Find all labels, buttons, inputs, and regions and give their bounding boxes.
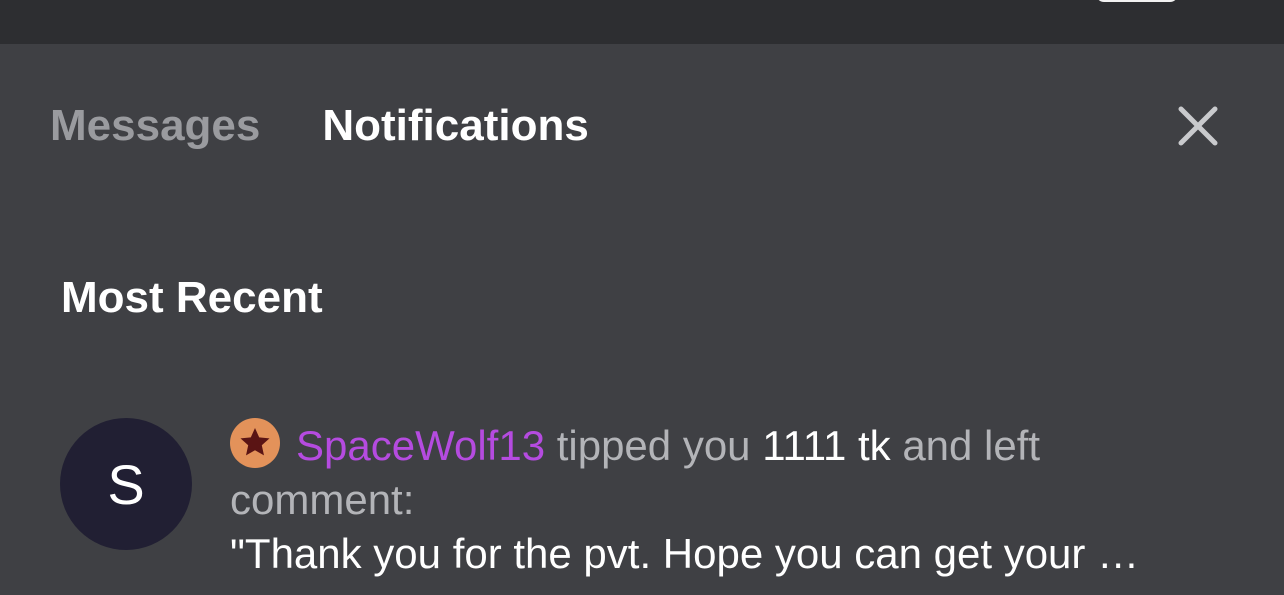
username-link[interactable]: SpaceWolf13 bbox=[296, 422, 545, 469]
star-icon bbox=[240, 428, 270, 456]
user-badge bbox=[230, 418, 280, 468]
notification-text: SpaceWolf13 tipped you 1111 tk and left … bbox=[230, 418, 1210, 581]
tab-bar: Messages Notifications bbox=[50, 98, 589, 154]
top-bar bbox=[0, 0, 1284, 44]
comment-label: comment: bbox=[230, 476, 415, 523]
notification-item[interactable]: S SpaceWolf13 tipped you 1111 tk and lef… bbox=[60, 418, 1284, 595]
section-title: Most Recent bbox=[61, 273, 323, 322]
tab-messages[interactable]: Messages bbox=[50, 98, 260, 154]
home-indicator bbox=[1096, 0, 1178, 2]
close-icon bbox=[1178, 106, 1218, 146]
tip-amount: 1111 tk bbox=[762, 422, 891, 469]
avatar[interactable]: S bbox=[60, 418, 192, 550]
left-text: and left bbox=[902, 422, 1041, 469]
notification-line: SpaceWolf13 tipped you 1111 tk and left bbox=[230, 418, 1210, 473]
close-button[interactable] bbox=[1178, 106, 1218, 146]
tip-text: tipped you bbox=[556, 422, 751, 469]
tab-notifications[interactable]: Notifications bbox=[322, 98, 588, 154]
comment-quote: "Thank you for the pvt. Hope you can get… bbox=[230, 530, 1140, 577]
